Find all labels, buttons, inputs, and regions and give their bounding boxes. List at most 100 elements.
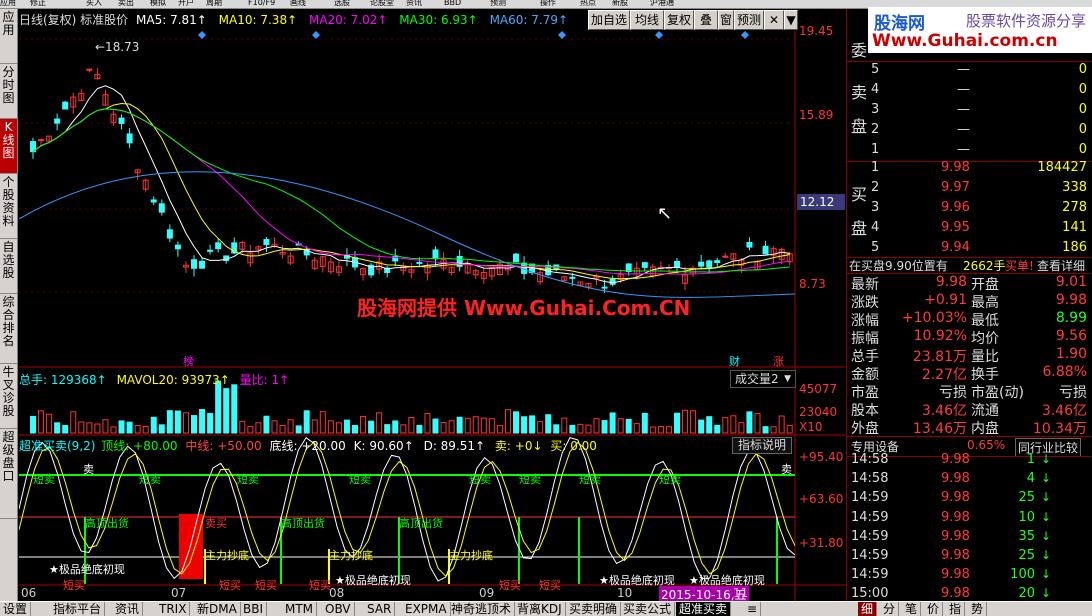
arrow-down-icon: ↓	[1040, 509, 1051, 524]
buy-level-row[interactable]: 2 9.97 338	[847, 179, 1091, 198]
buy-level-row[interactable]: 3 9.96 278	[847, 199, 1091, 218]
tick-time: 14:59	[851, 490, 889, 506]
right-bottom-tab[interactable]: 细	[858, 602, 878, 616]
top-menu-item[interactable]: 修正	[30, 0, 46, 8]
volume-bar	[625, 418, 632, 434]
header-button[interactable]: 叠	[694, 10, 718, 30]
top-menu-item[interactable]: 开户	[178, 0, 194, 8]
ma20-value: MA20: 7.02↑	[308, 13, 388, 27]
top-menu-item[interactable]: BBD	[444, 0, 461, 8]
volume-bar	[54, 422, 61, 434]
left-tab[interactable]: 个股资料	[0, 174, 17, 239]
bottom-tab[interactable]: 新DMA	[194, 602, 241, 616]
right-bottom-tab[interactable]: 分	[880, 602, 900, 616]
sell-level: 3	[871, 102, 880, 117]
main-bottom-label: 主力抄底	[329, 548, 373, 562]
header-button[interactable]: ▼	[784, 10, 798, 30]
volume-bar	[360, 415, 367, 434]
volume-bar	[786, 424, 793, 434]
bottom-tab[interactable]: 神奇逃顶术	[448, 602, 516, 616]
top-menu-item[interactable]: 卖出	[118, 0, 134, 8]
buy-level-row[interactable]: 1 9.98 184427	[847, 159, 1091, 178]
volume-bar	[166, 410, 173, 434]
sell-level-row[interactable]: 4 — 0	[847, 81, 1091, 100]
bottom-tab[interactable]: TRIX	[156, 602, 191, 616]
bottom-tab[interactable]: ≡	[744, 602, 762, 616]
quote-value: 9.01	[1055, 274, 1087, 290]
tick-row: 14:59 9.98 35 ↓	[847, 528, 1091, 547]
left-tab[interactable]: K线图	[0, 119, 17, 174]
top-menu-item[interactable]: 周期	[206, 0, 222, 8]
left-tab[interactable]: 牛叉诊股	[0, 364, 17, 429]
top-menu-item[interactable]: 应用	[0, 0, 16, 8]
volume-bar	[392, 420, 399, 434]
indicator-help-button[interactable]: 指标说明	[732, 437, 792, 454]
right-bottom-tab[interactable]: 笔	[902, 602, 922, 616]
bottom-tab[interactable]: BBI	[240, 602, 268, 616]
volume-bar	[440, 422, 447, 434]
in-buy-detail-link[interactable]: 查看详细	[1037, 257, 1085, 274]
volume-bar	[730, 415, 737, 434]
sell-level-row[interactable]: 1 — 0	[847, 141, 1091, 160]
left-tab[interactable]: 超级盘口	[0, 429, 17, 519]
top-menu-item[interactable]: 模拟	[150, 0, 166, 8]
indicator-top-line: 顶线: +80.00	[101, 439, 178, 453]
top-menu-item[interactable]: F10/F9	[248, 0, 275, 8]
volume-indicator-select[interactable]: 成交量2 ▼	[730, 370, 796, 388]
left-tab[interactable]: 综合排名	[0, 294, 17, 364]
quote-value: +10.03%	[901, 310, 967, 326]
bottom-tab[interactable]: SAR	[364, 602, 396, 616]
top-menu-item[interactable]: 论股堂	[370, 0, 394, 8]
top-menu-item[interactable]: 选股	[334, 0, 350, 8]
bottom-tab[interactable]: 指标平台	[50, 602, 106, 616]
bottom-tab[interactable]: EXPMA	[402, 602, 451, 616]
header-button[interactable]: 预测	[734, 10, 764, 30]
volume-bar	[537, 421, 544, 434]
volume-bar	[376, 412, 383, 434]
left-tab[interactable]: 应用	[0, 9, 17, 64]
candle-body	[174, 244, 181, 250]
header-button[interactable]: 复权	[664, 10, 694, 30]
bottom-tab[interactable]: 买卖公式	[620, 602, 676, 616]
top-menu-item[interactable]: 买入	[86, 0, 102, 8]
sell-level-row[interactable]: 5 — 0	[847, 61, 1091, 80]
bottom-tab[interactable]: 买卖明确	[566, 602, 622, 616]
quote-label: 内盘	[971, 421, 999, 437]
top-menu-item[interactable]: 资讯	[406, 0, 422, 8]
volume-bar	[352, 424, 358, 434]
kline-chart-area[interactable]: ←18.73 榜 财 涨 股海网提供 Www.Guhai.Com.CN ↖ 短卖 短卖 短卖 短卖…	[19, 9, 845, 601]
buy-level-row[interactable]: 4 9.95 141	[847, 219, 1091, 238]
top-menu-item[interactable]: 操作	[540, 0, 556, 8]
top-menu-item[interactable]: 画线	[290, 0, 306, 8]
top-menu-item[interactable]: 热点	[580, 0, 596, 8]
header-button[interactable]: 加自选	[588, 10, 630, 30]
candle-body	[54, 118, 61, 124]
volume-indicator-label: 成交量2	[735, 372, 779, 386]
volume-bar	[174, 410, 181, 434]
bottom-tab[interactable]: 超准买卖	[676, 602, 732, 616]
left-tab[interactable]: 分时图	[0, 64, 17, 119]
sell-price: —	[957, 102, 970, 117]
bottom-tab[interactable]: OBV	[322, 602, 355, 616]
top-menu-item[interactable]: 新股	[612, 0, 628, 8]
sell-level-row[interactable]: 3 — 0	[847, 101, 1091, 120]
top-menu-item[interactable]: 预测	[490, 0, 506, 8]
right-bottom-tab[interactable]: 指	[946, 602, 966, 616]
bottom-tab[interactable]: 设置	[0, 602, 32, 616]
header-button[interactable]: ✕	[764, 10, 784, 30]
bottom-tab[interactable]: 资讯	[112, 602, 144, 616]
volume-bar	[94, 423, 101, 434]
tick-time: 14:59	[851, 567, 889, 583]
right-bottom-tab[interactable]: 势	[968, 602, 988, 616]
bottom-tab[interactable]: 背离KDJ	[514, 602, 566, 616]
sell-level-row[interactable]: 2 — 0	[847, 121, 1091, 140]
left-tab[interactable]: 自选股	[0, 239, 17, 294]
right-bottom-tab[interactable]: 价	[924, 602, 944, 616]
volume-bar	[263, 415, 270, 434]
candle-body	[62, 101, 69, 110]
bottom-tab[interactable]: MTM	[282, 602, 318, 616]
header-button[interactable]: 窗	[718, 10, 734, 30]
top-menu-item[interactable]: 沪港通	[650, 0, 674, 8]
header-button[interactable]: 均线	[630, 10, 664, 30]
event-marker	[558, 31, 566, 39]
